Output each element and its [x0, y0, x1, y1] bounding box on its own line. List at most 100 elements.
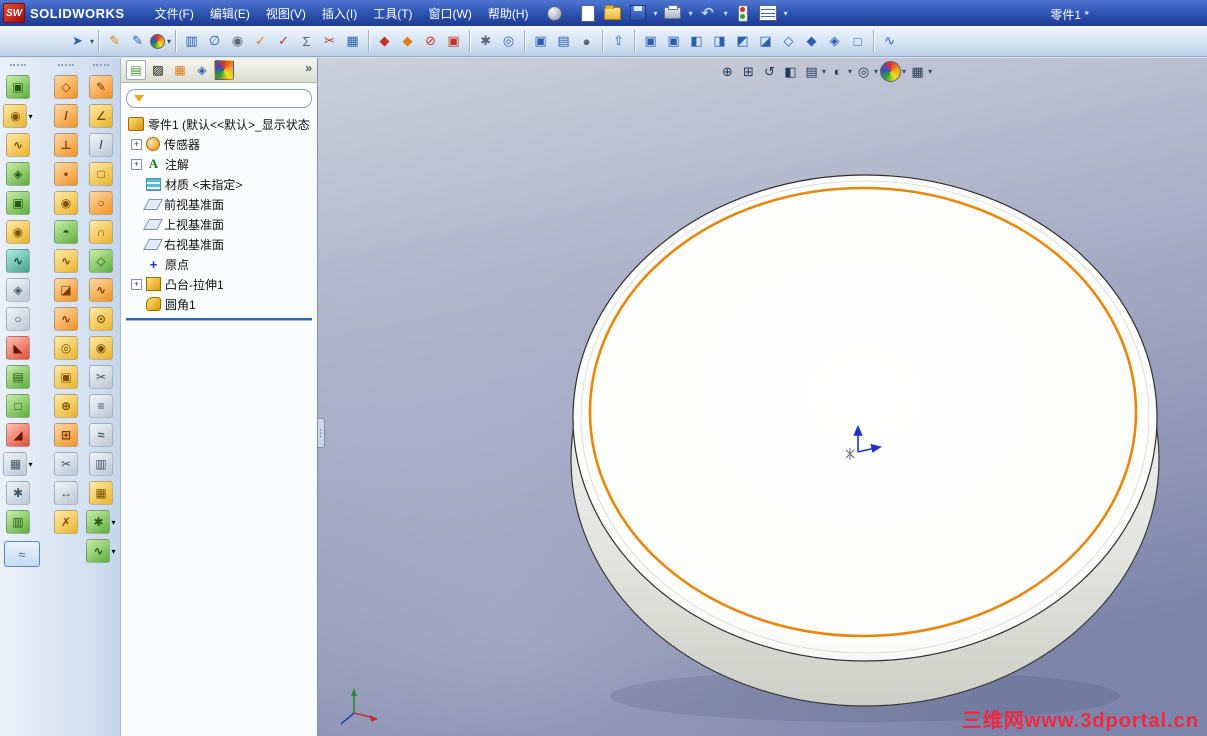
draft-icon[interactable]: ◢ [5, 423, 30, 447]
menu-window[interactable]: 窗口(W) [421, 1, 480, 26]
check-sketch-icon[interactable]: ✓ [250, 31, 271, 52]
revolved-cut-icon[interactable]: ◉ [5, 220, 30, 244]
trim-entities-icon[interactable]: ✂ [88, 365, 113, 389]
fillet-icon[interactable]: ○ [5, 307, 30, 331]
circle-icon[interactable]: ○ [88, 191, 113, 215]
menu-edit[interactable]: 编辑(E) [202, 1, 258, 26]
swept-boss-icon[interactable]: ∿ [5, 133, 30, 157]
revolved-boss-icon[interactable]: ◉ [3, 104, 28, 128]
display-style-icon[interactable]: ◐ [828, 62, 847, 81]
sketch-text-icon[interactable]: ✱ [86, 510, 111, 534]
point-icon[interactable]: • [54, 162, 78, 186]
undo-dropdown[interactable]: ▾ [724, 9, 728, 18]
render-icon[interactable]: ◎ [498, 31, 519, 52]
sketch-icon[interactable]: ✎ [104, 31, 125, 52]
menu-file[interactable]: 文件(F) [147, 1, 202, 26]
select-tool-icon[interactable]: ➤ [67, 31, 88, 52]
rectangle-icon[interactable]: □ [88, 162, 113, 186]
previous-view-icon[interactable]: ↺ [760, 62, 779, 81]
design-table-icon[interactable]: ▦ [342, 31, 363, 52]
trim-icon[interactable]: ✂ [319, 31, 340, 52]
view-front-icon[interactable]: ▣ [640, 31, 661, 52]
view-right-icon[interactable]: ◨ [709, 31, 730, 52]
offset-entities-icon[interactable]: ≈ [88, 423, 113, 447]
mirror-icon[interactable]: ▥ [5, 510, 30, 534]
view-trimetric-icon[interactable]: ◈ [824, 31, 845, 52]
line-icon[interactable]: / [88, 133, 113, 157]
lofted-cut-icon[interactable]: ◈ [5, 278, 30, 302]
view-isometric-icon[interactable]: ◇ [778, 31, 799, 52]
material-editor-icon[interactable]: ▤ [553, 31, 574, 52]
rollback-bar[interactable] [126, 318, 312, 320]
reference-plane-icon[interactable]: ◇ [54, 75, 78, 99]
select-tool-icon-dropdown[interactable]: ▾ [90, 37, 94, 46]
hide-show-items-icon[interactable]: ◎ [854, 62, 873, 81]
coordinate-system-icon[interactable]: ⊥ [54, 133, 78, 157]
resources-icon[interactable] [546, 5, 562, 21]
arc-icon[interactable]: ∩ [88, 220, 113, 244]
sketch-text-icon-dropdown[interactable]: ▾ [111, 518, 115, 527]
edit-feature-icon[interactable]: ◆ [374, 31, 395, 52]
polygon-icon[interactable]: ◇ [88, 249, 113, 273]
wrap-icon[interactable]: ◎ [54, 336, 78, 360]
sketch-fillet-icon[interactable]: ◉ [88, 336, 113, 360]
exploded-view-icon[interactable]: ⇧ [608, 31, 629, 52]
3d-curve-icon-dropdown[interactable]: ▾ [111, 547, 115, 556]
options-icon[interactable] [758, 3, 778, 23]
panel-tab-overflow[interactable]: » [305, 61, 312, 75]
toolbar-grip[interactable] [58, 64, 74, 71]
expand-toggle-icon[interactable] [131, 158, 142, 170]
tree-item-plane[interactable]: 前视基准面 [123, 194, 315, 214]
chamfer-icon[interactable]: ◣ [5, 336, 30, 360]
mass-properties-icon[interactable]: ◉ [227, 31, 248, 52]
menu-help[interactable]: 帮助(H) [480, 1, 537, 26]
undo-icon[interactable]: ↶ [698, 3, 718, 23]
appearance-color-icon[interactable] [150, 33, 166, 49]
measure-icon[interactable]: ∅ [204, 31, 225, 52]
toolbar-grip[interactable] [93, 64, 109, 71]
tree-item-origin[interactable]: + 原点 [123, 254, 315, 274]
linear-pattern-icon-dropdown[interactable]: ▾ [28, 460, 32, 469]
apply-scene-icon-dropdown[interactable]: ▾ [928, 67, 932, 76]
menu-view[interactable]: 视图(V) [258, 1, 314, 26]
flex-icon[interactable]: ∿ [54, 307, 78, 331]
zoom-area-icon[interactable]: ⊞ [739, 62, 758, 81]
tree-item-plane[interactable]: 右视基准面 [123, 234, 315, 254]
sketch-pattern-icon[interactable]: ▦ [88, 481, 113, 505]
toolbar-grip[interactable] [10, 64, 26, 71]
3d-curve-icon[interactable]: ∿ [86, 539, 111, 563]
swept-cut-icon[interactable]: ∿ [5, 249, 30, 273]
extruded-cut-icon[interactable]: ▣ [5, 191, 30, 215]
view-top-icon[interactable]: ◩ [732, 31, 753, 52]
shell-icon[interactable]: □ [5, 394, 30, 418]
save-icon[interactable] [628, 3, 648, 23]
tab-propertymanager[interactable]: ▨ [148, 60, 168, 80]
spline-icon[interactable]: ∿ [88, 278, 113, 302]
suppress-icon[interactable]: ⊘ [420, 31, 441, 52]
tree-root[interactable]: 零件1 (默认<<默认>_显示状态 [123, 114, 315, 134]
viewport-canvas[interactable] [318, 58, 1207, 736]
options-dropdown[interactable]: ▾ [784, 9, 788, 18]
curve-icon[interactable]: ∿ [879, 31, 900, 52]
extruded-boss-icon[interactable]: ▣ [5, 75, 30, 99]
rib-icon[interactable]: ▤ [5, 365, 30, 389]
view-orientation-icon-dropdown[interactable]: ▾ [822, 67, 826, 76]
instant3d-icon[interactable]: ◆ [397, 31, 418, 52]
edit-appearance-icon-dropdown[interactable]: ▾ [902, 67, 906, 76]
deform-icon[interactable]: ∿ [54, 249, 78, 273]
tab-featuremanager[interactable]: ▤ [126, 60, 146, 80]
split-icon[interactable]: ✂ [54, 452, 78, 476]
texture-icon[interactable]: ▣ [530, 31, 551, 52]
open-document-icon[interactable] [603, 3, 623, 23]
rebuild-icon[interactable] [733, 3, 753, 23]
display-style-icon-dropdown[interactable]: ▾ [848, 67, 852, 76]
zoom-fit-icon[interactable]: ⊕ [718, 62, 737, 81]
tab-dimxpertmanager[interactable]: ◈ [192, 60, 212, 80]
tree-item-material[interactable]: 材质 <未指定> [123, 174, 315, 194]
tree-filter-input[interactable] [149, 91, 304, 105]
edit-appearance-icon[interactable] [880, 61, 902, 82]
panel-splitter-handle[interactable]: ⋮ [318, 418, 325, 448]
revolved-boss-icon-dropdown[interactable]: ▾ [28, 112, 32, 121]
3d-sketch-icon[interactable]: ✎ [127, 31, 148, 52]
hole-wizard-icon[interactable]: ◉ [54, 191, 78, 215]
